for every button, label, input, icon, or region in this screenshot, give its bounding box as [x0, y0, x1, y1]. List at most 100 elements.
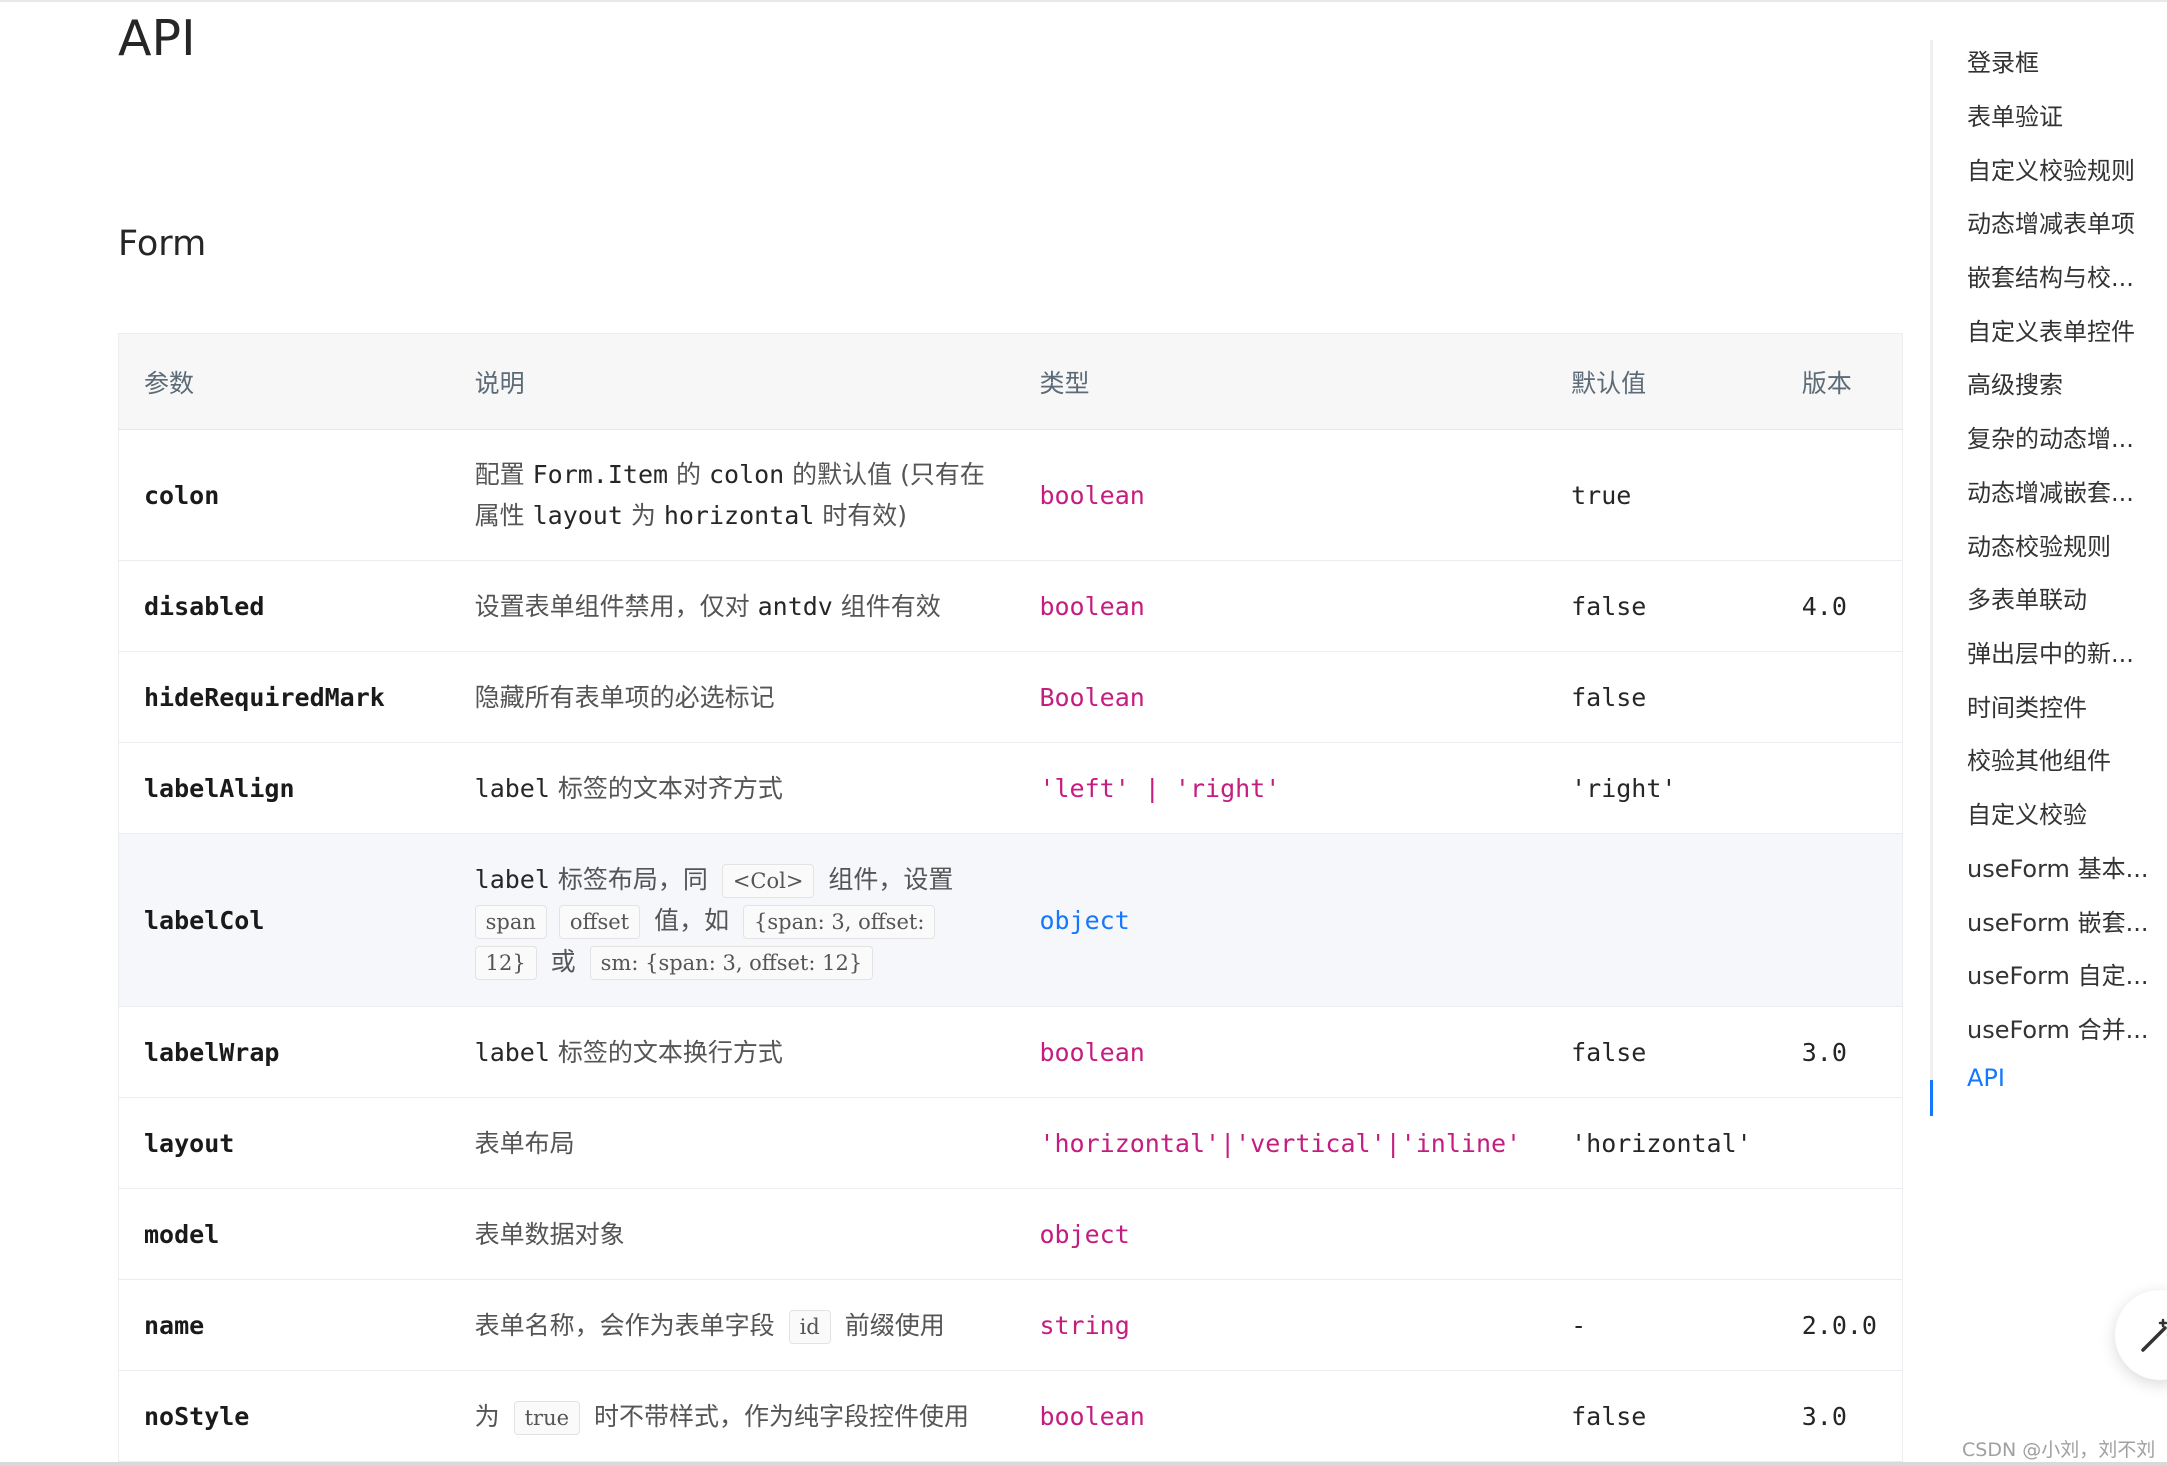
bottom-border	[0, 1462, 2167, 1466]
table-row: layout 表单布局 'horizontal'|'vertical'|'inl…	[118, 1097, 1903, 1189]
version-cell	[1776, 833, 1903, 1007]
desc-cell: 隐藏所有表单项的必选标记	[449, 651, 1015, 743]
toc-item[interactable]: 表单验证	[1967, 97, 2063, 132]
toc-item[interactable]: 自定义校验规则	[1967, 151, 2135, 186]
watermark: CSDN @小刘，刘不刘	[1962, 1439, 2156, 1461]
default-cell	[1546, 1188, 1777, 1280]
toc-item[interactable]: 动态增减表单项	[1967, 204, 2135, 239]
default-cell	[1546, 833, 1777, 1007]
version-cell: 4.0	[1776, 560, 1903, 652]
version-cell	[1776, 1097, 1903, 1189]
code-tag: {span: 3, offset:	[743, 904, 936, 939]
table-row: colon 配置 Form.Item 的 colon 的默认值 (只有在 属性 l…	[118, 429, 1903, 561]
type-cell: object	[1014, 833, 1547, 1007]
default-cell: false	[1546, 1006, 1777, 1098]
header-param: 参数	[118, 333, 450, 430]
toc-item[interactable]: useForm 嵌套...	[1967, 903, 2148, 938]
version-cell: 3.0	[1776, 1370, 1903, 1462]
desc-cell: label 标签的文本换行方式	[449, 1006, 1015, 1098]
toc-item[interactable]: useForm 合并...	[1967, 1010, 2148, 1045]
desc-cell: label 标签的文本对齐方式	[449, 742, 1015, 834]
section-title: Form	[118, 224, 207, 264]
version-cell: 3.0	[1776, 1006, 1903, 1098]
desc-cell: 配置 Form.Item 的 colon 的默认值 (只有在 属性 layout …	[449, 429, 1015, 561]
toc-item-api[interactable]: API	[1967, 1064, 2005, 1092]
api-table: 参数 说明 类型 默认值 版本 colon 配置 Form.Item 的 col…	[118, 333, 1903, 1462]
magic-wand-icon	[2141, 1318, 2167, 1352]
param-cell: labelAlign	[118, 742, 450, 834]
type-cell: 'horizontal'|'vertical'|'inline'	[1014, 1097, 1547, 1189]
version-cell	[1776, 651, 1903, 743]
type-cell: boolean	[1014, 429, 1547, 561]
header-default: 默认值	[1546, 333, 1777, 430]
toc-item[interactable]: 登录框	[1967, 43, 2039, 78]
code-tag: <Col>	[721, 863, 815, 898]
toc-item[interactable]: 动态增减嵌套...	[1967, 473, 2134, 508]
desc-cell: 表单名称，会作为表单字段 id 前缀使用	[449, 1279, 1015, 1371]
table-row: labelCol label 标签布局，同 <Col> 组件，设置 span off…	[118, 833, 1903, 1007]
type-cell: boolean	[1014, 1006, 1547, 1098]
table-row: hideRequiredMark 隐藏所有表单项的必选标记 Boolean fa…	[118, 651, 1903, 743]
default-cell: 'horizontal'	[1546, 1097, 1777, 1189]
toc-item[interactable]: useForm 基本...	[1967, 849, 2148, 884]
param-cell: labelWrap	[118, 1006, 450, 1098]
version-cell	[1776, 742, 1903, 834]
param-cell: disabled	[118, 560, 450, 652]
type-cell: boolean	[1014, 560, 1547, 652]
header-version: 版本	[1776, 333, 1903, 430]
desc-cell: 设置表单组件禁用，仅对 antdv 组件有效	[449, 560, 1015, 652]
toc-item[interactable]: 时间类控件	[1967, 688, 2087, 723]
default-cell: false	[1546, 651, 1777, 743]
default-cell: true	[1546, 429, 1777, 561]
version-cell: 2.0.0	[1776, 1279, 1903, 1371]
param-cell: name	[118, 1279, 450, 1371]
table-row: name 表单名称，会作为表单字段 id 前缀使用 string - 2.0.0	[118, 1279, 1903, 1371]
table-row: disabled 设置表单组件禁用，仅对 antdv 组件有效 boolean …	[118, 560, 1903, 652]
default-cell: false	[1546, 560, 1777, 652]
toc-item[interactable]: 弹出层中的新...	[1967, 634, 2134, 669]
desc-cell: 为 true 时不带样式，作为纯字段控件使用	[449, 1370, 1015, 1462]
magic-wand-button[interactable]	[2115, 1290, 2167, 1380]
toc-item[interactable]: 多表单联动	[1967, 580, 2087, 615]
toc-rail	[1930, 40, 1933, 1100]
desc-cell: 表单布局	[449, 1097, 1015, 1189]
toc-item[interactable]: 嵌套结构与校...	[1967, 258, 2134, 293]
page-title: API	[118, 10, 196, 67]
version-cell	[1776, 429, 1903, 561]
toc-active-marker	[1930, 1080, 1933, 1116]
param-cell: layout	[118, 1097, 450, 1189]
desc-cell: label 标签布局，同 <Col> 组件，设置 span offset 值，如 {…	[449, 833, 1015, 1007]
code-tag: true	[513, 1400, 581, 1435]
table-row: labelAlign label 标签的文本对齐方式 'left' | 'rig…	[118, 742, 1903, 834]
param-cell: noStyle	[118, 1370, 450, 1462]
toc-item[interactable]: 复杂的动态增...	[1967, 419, 2134, 454]
code-tag: offset	[558, 904, 641, 939]
code-tag: 12}	[474, 945, 537, 980]
type-cell: 'left' | 'right'	[1014, 742, 1547, 834]
default-cell: -	[1546, 1279, 1777, 1371]
param-cell: model	[118, 1188, 450, 1280]
version-cell	[1776, 1188, 1903, 1280]
toc-item[interactable]: 自定义表单控件	[1967, 312, 2135, 347]
param-cell: labelCol	[118, 833, 450, 1007]
code-tag: span	[474, 904, 547, 939]
toc-item[interactable]: 校验其他组件	[1967, 741, 2111, 776]
desc-cell: 表单数据对象	[449, 1188, 1015, 1280]
toc-item[interactable]: useForm 自定...	[1967, 956, 2148, 991]
toc-item[interactable]: 高级搜索	[1967, 365, 2063, 400]
table-row: noStyle 为 true 时不带样式，作为纯字段控件使用 boolean f…	[118, 1370, 1903, 1462]
toc-item[interactable]: 自定义校验	[1967, 795, 2087, 830]
param-cell: colon	[118, 429, 450, 561]
type-cell: string	[1014, 1279, 1547, 1371]
table-header-row: 参数 说明 类型 默认值 版本	[118, 333, 1903, 430]
code-tag: id	[788, 1309, 831, 1344]
table-row: model 表单数据对象 object	[118, 1188, 1903, 1280]
type-cell: object	[1014, 1188, 1547, 1280]
header-type: 类型	[1014, 333, 1547, 430]
table-row: labelWrap label 标签的文本换行方式 boolean false …	[118, 1006, 1903, 1098]
default-cell: false	[1546, 1370, 1777, 1462]
toc-item[interactable]: 动态校验规则	[1967, 527, 2111, 562]
default-cell: 'right'	[1546, 742, 1777, 834]
type-cell: Boolean	[1014, 651, 1547, 743]
param-cell: hideRequiredMark	[118, 651, 450, 743]
